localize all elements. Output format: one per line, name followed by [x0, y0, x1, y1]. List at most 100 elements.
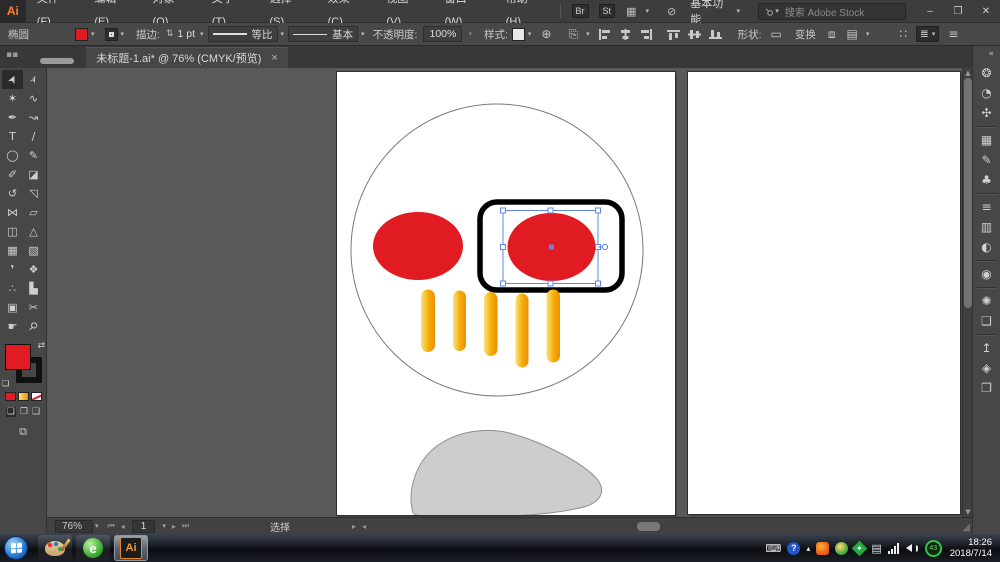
slice-tool[interactable]: ✂ [23, 298, 44, 317]
swatches-panel-icon[interactable]: ▦ [975, 130, 999, 150]
gradient-tool[interactable]: ▧ [23, 241, 44, 260]
tab-close-icon[interactable]: × [271, 52, 277, 64]
show-hidden-icons[interactable]: ▴ [806, 544, 810, 553]
column-graph-tool[interactable]: ▙ [23, 279, 44, 298]
status-arrow-left-icon[interactable]: ◂ [362, 522, 366, 531]
hand-tool[interactable]: ☛ [2, 317, 23, 336]
screen-mode-button[interactable]: ⧉ [19, 425, 27, 439]
fill-color-swatch[interactable] [75, 28, 88, 41]
width-profile-dropdown[interactable]: 等比 [208, 26, 278, 42]
style-swatch[interactable] [512, 28, 525, 41]
stock-button[interactable]: St [599, 4, 616, 18]
preferences-globe-icon[interactable]: ⊕ [541, 27, 551, 41]
direct-selection-tool[interactable]: ➢ [23, 70, 44, 89]
drawing-mode-2[interactable]: ❑ [32, 407, 40, 417]
tab-bar-grip[interactable] [40, 58, 74, 64]
artboard-2[interactable] [688, 72, 960, 514]
touch-workspace-icon[interactable]: ⊘ [667, 5, 676, 18]
artboard-1[interactable] [337, 72, 675, 515]
gradient-button[interactable] [18, 392, 29, 401]
left-red-ellipse-shape[interactable] [373, 212, 463, 280]
transform-icon[interactable]: ⧈ [828, 27, 836, 42]
align-center-horizontal-icon[interactable] [619, 29, 632, 40]
workspace-panel-icon[interactable]: ▤ [846, 27, 857, 41]
blend-tool[interactable]: ❖ [23, 260, 44, 279]
width-tool[interactable]: ⋈ [2, 203, 23, 222]
gray-blob-shape[interactable] [411, 430, 601, 515]
stock-search-input[interactable]: ⚲ ▾ 搜索 Adobe Stock [758, 3, 906, 20]
rotate-tool[interactable]: ↺ [2, 184, 23, 203]
stroke-color-swatch[interactable] [105, 28, 118, 41]
libraries-panel-icon[interactable]: ◉ [975, 264, 999, 284]
status-arrow-right-icon[interactable]: ▸ [352, 522, 356, 531]
align-top-icon[interactable] [667, 29, 680, 40]
volume-icon[interactable] [906, 544, 918, 553]
lasso-tool[interactable]: ∿ [23, 89, 44, 108]
align-center-vertical-icon[interactable] [688, 29, 701, 40]
taskbar-browser-app[interactable]: e [76, 535, 110, 561]
asset-export-panel-icon[interactable]: ↥ [975, 338, 999, 358]
taskbar-illustrator-app[interactable]: Ai [114, 535, 148, 561]
transform-label[interactable]: 变换 [795, 27, 816, 42]
type-tool[interactable]: T [2, 127, 23, 146]
recolor-artwork-icon[interactable]: ✣ [975, 103, 999, 123]
menu-lines-icon[interactable]: ≡ [948, 27, 958, 41]
horizontal-scrollbar-thumb[interactable] [637, 522, 660, 531]
swap-fill-stroke-icon[interactable]: ⇄ [37, 341, 45, 351]
scale-tool[interactable]: ◹ [23, 184, 44, 203]
fill-proxy-swatch[interactable] [5, 344, 31, 370]
graphic-styles-panel-icon[interactable]: ❑ [975, 311, 999, 331]
arrange-documents-icon[interactable]: ▦ [626, 5, 636, 18]
color-guide-panel-icon[interactable]: ◔ [975, 83, 999, 103]
last-artboard-icon[interactable]: ⏭ [182, 521, 189, 531]
network-globe-icon[interactable] [835, 542, 848, 555]
artboards-panel-icon[interactable]: ❐ [975, 378, 999, 398]
scroll-up-icon[interactable]: ▲ [964, 69, 972, 77]
symbol-sprayer-tool[interactable]: ∴ [2, 279, 23, 298]
zoom-level-value[interactable]: 76% [55, 520, 93, 533]
layers-panel-icon[interactable]: ◈ [975, 358, 999, 378]
symbols-panel-icon[interactable]: ♣ [975, 170, 999, 190]
shape-properties-icon[interactable]: ▭ [771, 27, 782, 41]
pencil-tool[interactable]: ✐ [2, 165, 23, 184]
scroll-down-icon[interactable]: ▼ [964, 508, 972, 516]
gradient-bars[interactable] [421, 290, 560, 368]
start-button[interactable] [4, 536, 28, 560]
grid-options-icon[interactable]: ∷ [899, 27, 907, 41]
panel-options-button[interactable]: ≣ ▾ [916, 26, 939, 42]
curvature-tool[interactable]: ↝ [23, 108, 44, 127]
shape-builder-tool[interactable]: ◫ [2, 222, 23, 241]
next-artboard-icon[interactable]: ▸ [172, 522, 176, 531]
canvas-area[interactable]: ▲ ▼ [47, 68, 972, 517]
first-artboard-icon[interactable]: ⏮ [108, 521, 115, 531]
stroke-stepper[interactable]: ⇅ [166, 29, 174, 39]
align-bottom-icon[interactable] [709, 29, 722, 40]
paintbrush-tool[interactable]: ✎ [23, 146, 44, 165]
transparency-panel-icon[interactable]: ◐ [975, 237, 999, 257]
align-right-icon[interactable] [640, 29, 653, 40]
resize-grip-icon[interactable]: ◢ [962, 522, 970, 533]
clipboard-tray-icon[interactable]: ▤ [871, 542, 881, 555]
eraser-tool[interactable]: ◪ [23, 165, 44, 184]
artboard-tool[interactable]: ▣ [2, 298, 23, 317]
none-button[interactable] [31, 392, 42, 401]
mesh-tool[interactable]: ▦ [2, 241, 23, 260]
appearance-panel-icon[interactable]: ✺ [975, 291, 999, 311]
vertical-scrollbar-thumb[interactable] [964, 78, 972, 308]
previous-artboard-icon[interactable]: ◂ [121, 522, 125, 531]
vertical-scrollbar[interactable]: ▲ ▼ [962, 68, 972, 517]
ellipse-tool[interactable]: ◯ [2, 146, 23, 165]
gradient-panel-icon[interactable]: ▥ [975, 217, 999, 237]
close-button[interactable]: ✕ [972, 0, 1000, 23]
dock-collapse-icon[interactable]: « [988, 49, 1000, 59]
align-left-icon[interactable] [598, 29, 611, 40]
drawing-mode-0[interactable]: ❏ [6, 407, 16, 417]
default-fill-stroke-icon[interactable]: ❏ [2, 379, 9, 388]
keyboard-input-icon[interactable]: ⌨ [765, 542, 781, 555]
taskbar-paint-app[interactable] [38, 535, 72, 561]
tool-panel-collapse[interactable]: ▪▪ [6, 50, 18, 60]
battery-indicator[interactable]: 43 [925, 540, 942, 557]
line-segment-tool[interactable]: ∕ [23, 127, 44, 146]
taskbar-clock[interactable]: 18:26 2018/7/14 [950, 537, 992, 559]
stroke-weight-value[interactable]: 1 pt [178, 28, 196, 40]
